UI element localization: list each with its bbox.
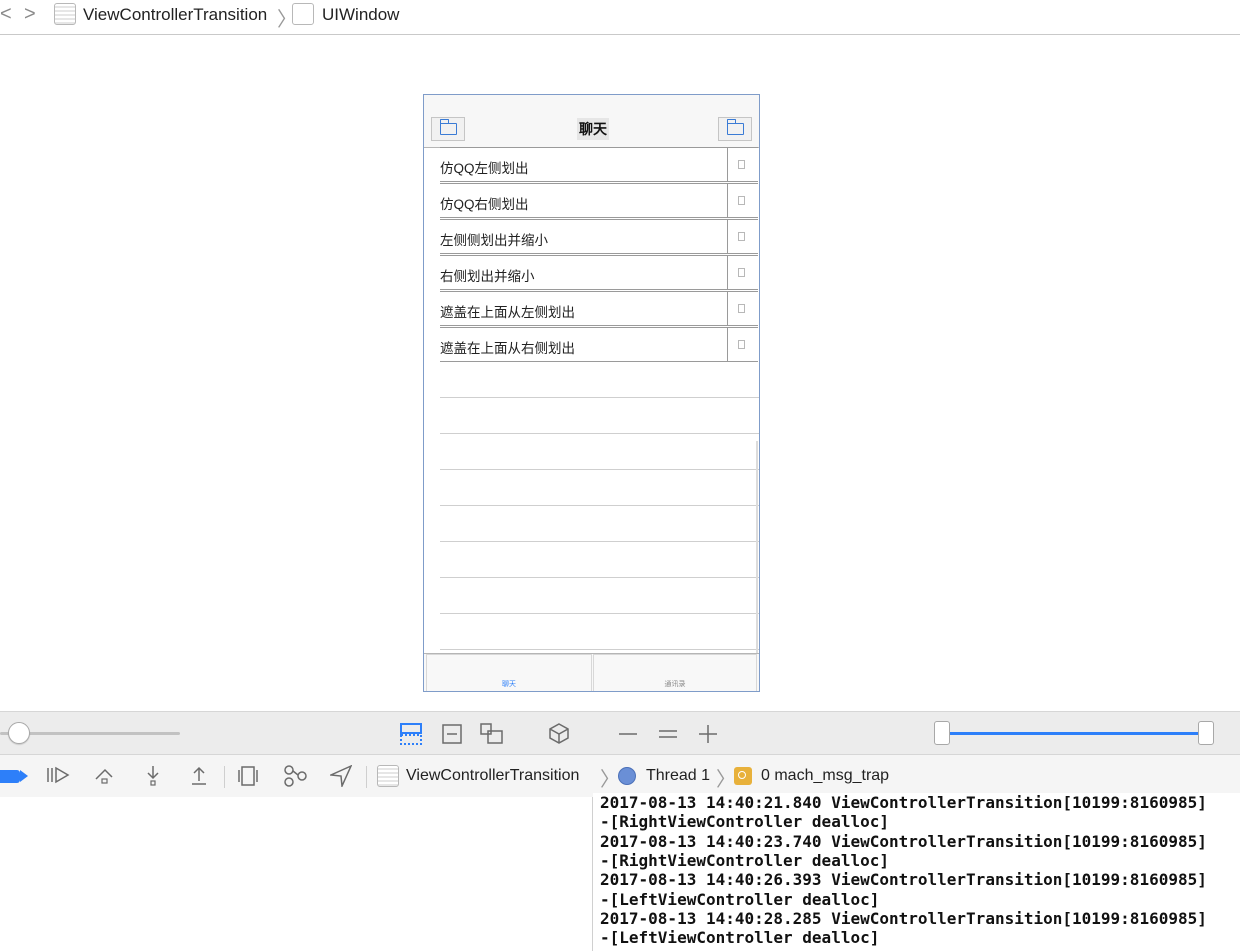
nav-title[interactable]: 聊天 <box>577 118 609 140</box>
separator-line <box>440 505 759 506</box>
disclosure-accessory <box>727 148 758 181</box>
right-bar-button[interactable] <box>718 117 752 141</box>
row-label: 左侧侧划出并缩小 <box>440 233 548 248</box>
separator-line <box>440 469 759 470</box>
console-line: -[LeftViewController dealloc] <box>600 928 880 948</box>
console-line: 2017-08-13 14:40:26.393 ViewControllerTr… <box>600 870 1207 890</box>
breadcrumb-separator-icon: 〉 <box>600 769 620 791</box>
folder-icon <box>726 119 744 135</box>
separator-line <box>440 397 759 398</box>
show-clipped-content-icon[interactable] <box>400 723 422 745</box>
separator-line <box>440 649 759 650</box>
breadcrumb-project[interactable]: ViewControllerTransition <box>83 5 267 25</box>
adjust-view-mode-icon[interactable] <box>480 723 504 745</box>
chevron-right-icon <box>738 268 745 277</box>
range-slider-left-knob[interactable] <box>934 721 950 745</box>
separator-line <box>440 577 759 578</box>
console-line: -[LeftViewController dealloc] <box>600 889 880 909</box>
view-debugger-toolbar <box>0 711 1240 754</box>
step-into-icon[interactable] <box>144 765 162 787</box>
row-label: 遮盖在上面从右侧划出 <box>440 341 575 356</box>
range-slider-track[interactable] <box>948 732 1200 735</box>
disclosure-accessory <box>727 292 758 325</box>
breadcrumb-uiwindow[interactable]: UIWindow <box>322 5 399 25</box>
jump-bar: < > ViewControllerTransition 〉 UIWindow <box>0 0 1240 35</box>
toolbar-divider <box>224 766 225 788</box>
console-output[interactable]: 2017-08-13 14:40:21.840 ViewControllerTr… <box>593 793 1240 951</box>
left-bar-button[interactable] <box>431 117 465 141</box>
zoom-in-icon[interactable] <box>698 724 718 744</box>
console-line: -[RightViewController dealloc] <box>600 850 889 870</box>
disclosure-accessory <box>727 256 758 289</box>
table-row[interactable]: 遮盖在上面从右侧划出 <box>440 327 758 362</box>
debug-breadcrumb-project[interactable]: ViewControllerTransition <box>406 767 579 785</box>
disclosure-accessory <box>727 184 758 217</box>
console-line: -[RightViewController dealloc] <box>600 812 889 832</box>
table-row[interactable]: 仿QQ右侧划出 <box>440 183 758 218</box>
chevron-right-icon <box>738 232 745 241</box>
tab-label: 通讯录 <box>664 681 686 688</box>
disclosure-accessory <box>727 328 758 361</box>
chevron-right-icon <box>738 196 745 205</box>
table-row[interactable]: 右侧划出并缩小 <box>440 255 758 290</box>
debug-view-hierarchy-icon[interactable] <box>238 765 258 787</box>
tab-chat[interactable]: 聊天 <box>426 654 592 691</box>
separator-line <box>440 541 759 542</box>
console-line: 2017-08-13 14:40:28.285 ViewControllerTr… <box>600 908 1207 928</box>
disclosure-accessory <box>727 220 758 253</box>
chevron-right-icon <box>738 160 745 169</box>
spacing-slider-knob[interactable] <box>8 722 30 744</box>
scroll-indicator <box>756 441 758 653</box>
project-file-icon <box>54 3 76 25</box>
chevron-right-icon <box>738 304 745 313</box>
table-row[interactable]: 仿QQ左侧划出 <box>440 147 758 182</box>
step-out-icon[interactable] <box>190 765 208 787</box>
forward-arrow-icon[interactable]: > <box>24 3 36 26</box>
thread-icon <box>618 767 636 785</box>
tab-contacts[interactable]: 通讯录 <box>593 654 757 691</box>
chevron-right-icon <box>738 340 745 349</box>
step-over-icon[interactable] <box>94 765 116 785</box>
breakpoints-toggle-icon[interactable] <box>0 770 28 783</box>
folder-icon <box>439 119 457 135</box>
row-label: 遮盖在上面从左侧划出 <box>440 305 575 320</box>
row-label: 仿QQ左侧划出 <box>440 161 529 176</box>
back-arrow-icon[interactable]: < <box>0 3 12 26</box>
range-slider-right-knob[interactable] <box>1198 721 1214 745</box>
debug-breadcrumb-thread[interactable]: Thread 1 <box>646 767 710 785</box>
tab-label: 聊天 <box>502 681 516 688</box>
pause-continue-icon[interactable] <box>46 765 70 785</box>
debug-breadcrumb-frame[interactable]: 0 mach_msg_trap <box>761 767 889 785</box>
stack-frame-icon <box>734 767 752 785</box>
debug-bar: ViewControllerTransition 〉 Thread 1 〉 0 … <box>0 754 1240 798</box>
separator-line <box>440 613 759 614</box>
orient-3d-icon[interactable] <box>548 722 570 744</box>
actual-size-icon[interactable] <box>658 724 678 744</box>
simulate-location-icon[interactable] <box>330 765 352 787</box>
variables-view[interactable] <box>0 797 593 951</box>
tab-bar[interactable]: 聊天 通讯录 <box>424 653 759 691</box>
zoom-out-icon[interactable] <box>618 724 638 744</box>
window-icon <box>292 3 314 25</box>
breadcrumb-separator-icon: 〉 <box>716 769 736 791</box>
debug-memory-graph-icon[interactable] <box>283 765 307 787</box>
console-line: 2017-08-13 14:40:21.840 ViewControllerTr… <box>600 793 1207 812</box>
show-constraints-icon[interactable] <box>442 724 462 744</box>
table-row[interactable]: 遮盖在上面从左侧划出 <box>440 291 758 326</box>
navigation-bar[interactable]: 聊天 <box>424 95 759 148</box>
console-line: 2017-08-13 14:40:23.740 ViewControllerTr… <box>600 831 1207 851</box>
project-file-icon <box>377 765 399 787</box>
view-hierarchy-canvas[interactable]: 聊天 仿QQ左侧划出 仿QQ右侧划出 左侧侧划出并缩小 右侧划出并缩小 遮盖在上… <box>423 94 760 692</box>
row-label: 右侧划出并缩小 <box>440 269 535 284</box>
table-row[interactable]: 左侧侧划出并缩小 <box>440 219 758 254</box>
separator-line <box>440 433 759 434</box>
toolbar-divider <box>366 766 367 788</box>
row-label: 仿QQ右侧划出 <box>440 197 529 212</box>
